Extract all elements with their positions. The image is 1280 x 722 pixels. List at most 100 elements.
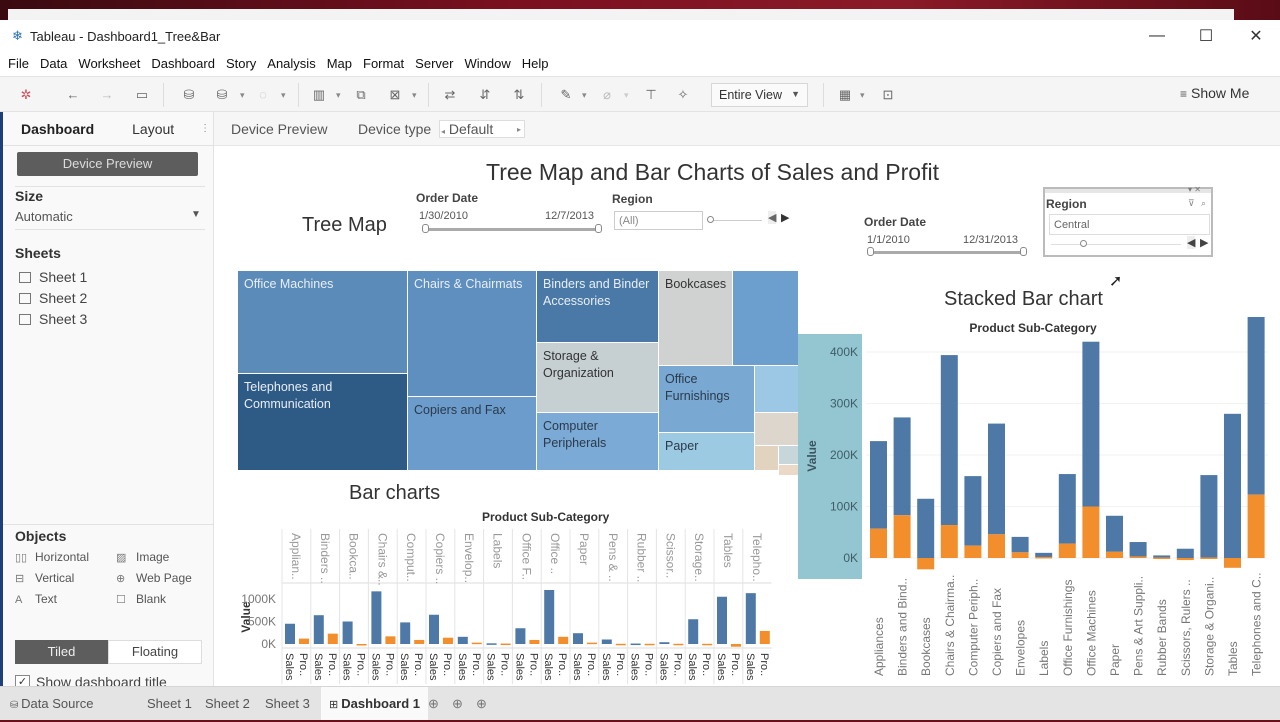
sort-descending-icon[interactable]: ⇅ — [510, 86, 528, 104]
menu-file[interactable]: File — [8, 56, 29, 71]
object-text[interactable]: A Text — [15, 592, 57, 606]
menu-story[interactable]: Story — [226, 56, 256, 71]
sort-ascending-icon[interactable]: ⇵ — [476, 86, 494, 104]
tableau-logo-icon[interactable]: ✲ — [17, 86, 35, 104]
tab-layout[interactable]: Layout — [132, 121, 174, 137]
slider-handle-start[interactable] — [867, 247, 874, 256]
treemap-cell[interactable]: Telephones and Communication — [238, 374, 408, 471]
treemap-cell[interactable]: Paper — [659, 433, 755, 471]
chevron-down-icon[interactable]: ▾ — [412, 86, 417, 104]
menu-analysis[interactable]: Analysis — [267, 56, 315, 71]
region-slider-2[interactable] — [1051, 244, 1181, 245]
sheet-tab[interactable]: Sheet 1 — [143, 687, 196, 720]
sheet-list-item[interactable]: Sheet 3 — [19, 311, 87, 327]
chevron-down-icon[interactable]: ▾ — [281, 86, 286, 104]
sheet-list-item[interactable]: Sheet 1 — [19, 269, 87, 285]
object-blank[interactable]: ☐ Blank — [116, 592, 166, 606]
filter-clear-icon[interactable]: ⊽ — [1188, 198, 1195, 209]
floating-toggle[interactable]: Floating — [108, 640, 202, 664]
object-web-page[interactable]: ⊕ Web Page — [116, 571, 192, 585]
object-vertical[interactable]: ⊟ Vertical — [15, 571, 74, 585]
labels-icon[interactable]: ⊤ — [642, 86, 660, 104]
treemap-cell[interactable]: Office Machines — [238, 271, 408, 374]
fit-dropdown[interactable]: Entire View ▼ — [711, 83, 808, 107]
treemap-cell[interactable]: Bookcases — [659, 271, 733, 366]
treemap-cell[interactable] — [755, 366, 799, 413]
treemap-cell[interactable] — [779, 446, 799, 465]
group-icon[interactable]: ⌀ — [598, 86, 616, 104]
menu-dashboard[interactable]: Dashboard — [151, 56, 215, 71]
previous-icon[interactable]: ◀ — [768, 211, 777, 224]
menu-server[interactable]: Server — [415, 56, 453, 71]
data-source-tab[interactable]: ⛁ Data Source — [6, 687, 97, 720]
undo-icon[interactable]: ← — [64, 86, 82, 104]
chevron-down-icon[interactable]: ▾ — [240, 86, 245, 104]
chevron-left-icon[interactable]: ◂ — [441, 127, 445, 136]
slider-handle-start[interactable] — [422, 224, 429, 233]
maximize-button[interactable]: ☐ — [1181, 20, 1231, 52]
order-date-slider[interactable] — [425, 228, 600, 231]
treemap-cell[interactable]: Office Furnishings — [659, 366, 755, 433]
chevron-down-icon[interactable]: ▾ — [582, 86, 587, 104]
slider-handle-end[interactable] — [595, 224, 602, 233]
treemap-cell[interactable] — [755, 446, 779, 471]
chevron-down-icon[interactable]: ▾ — [624, 86, 629, 104]
region-filter-card[interactable]: ▾ ✕ Region ⊽ ⌕ Central ◀ ▶ — [1043, 185, 1213, 257]
swap-icon[interactable]: ⇄ — [441, 86, 459, 104]
show-me-button[interactable]: ≡ Show Me — [1180, 85, 1249, 101]
drag-handle[interactable] — [1045, 189, 1211, 193]
object-horizontal[interactable]: ▯▯ Horizontal — [15, 550, 89, 564]
treemap-cell[interactable] — [755, 413, 799, 446]
search-icon[interactable]: ⌕ — [1201, 198, 1206, 209]
presentation-icon[interactable]: ⊡ — [879, 86, 897, 104]
new-worksheet-icon[interactable]: ⊕ — [424, 687, 443, 720]
new-datasource-icon[interactable]: ⛁ — [180, 86, 198, 104]
card-menu-icon[interactable]: ▾ ✕ — [1188, 185, 1201, 194]
treemap-cell[interactable]: Chairs & Chairmats — [408, 271, 537, 397]
tiled-toggle[interactable]: Tiled — [15, 640, 108, 664]
treemap-cell[interactable] — [779, 465, 799, 476]
menu-window[interactable]: Window — [464, 56, 510, 71]
region-filter-input-2[interactable]: Central — [1049, 214, 1210, 235]
menu-help[interactable]: Help — [522, 56, 549, 71]
save-icon[interactable]: ▭ — [133, 86, 151, 104]
menu-map[interactable]: Map — [327, 56, 352, 71]
chevron-down-icon[interactable]: ▾ — [860, 86, 865, 104]
menu-worksheet[interactable]: Worksheet — [78, 56, 140, 71]
menu-format[interactable]: Format — [363, 56, 404, 71]
duplicate-icon[interactable]: ⧉ — [352, 86, 370, 104]
region-slider-handle-2[interactable] — [1080, 240, 1087, 247]
device-type-selector[interactable]: ◂ Default ▸ — [439, 120, 525, 138]
clear-sheet-icon[interactable]: ⊠ — [386, 86, 404, 104]
pin-icon[interactable]: ✧ — [674, 86, 692, 104]
next-icon[interactable]: ▶ — [781, 211, 789, 224]
sheet-tab[interactable]: Sheet 3 — [261, 687, 314, 720]
sheet-list-item[interactable]: Sheet 2 — [19, 290, 87, 306]
redo-icon[interactable]: → — [98, 86, 116, 104]
chevron-down-icon[interactable]: ▾ — [336, 86, 341, 104]
refresh-icon[interactable]: ◌ — [254, 86, 272, 104]
region-filter-input[interactable]: (All) — [614, 211, 703, 230]
dashboard-tab[interactable]: ⊞ Dashboard 1 — [321, 687, 429, 720]
pause-updates-icon[interactable]: ⛁ — [213, 86, 231, 104]
treemap-cell[interactable]: Computer Peripherals — [537, 413, 659, 471]
region-slider-handle[interactable] — [707, 216, 714, 223]
tab-dashboard[interactable]: Dashboard — [21, 121, 94, 137]
size-dropdown[interactable]: Automatic — [15, 209, 73, 224]
device-preview-button[interactable]: Device Preview — [17, 152, 198, 176]
pane-menu-icon[interactable]: ⋮ — [200, 123, 210, 134]
minimize-button[interactable]: — — [1132, 20, 1182, 52]
order-date-slider-2[interactable] — [871, 251, 1025, 254]
sheet-tab[interactable]: Sheet 2 — [201, 687, 254, 720]
next-icon[interactable]: ▶ — [1200, 236, 1208, 249]
new-dashboard-icon[interactable]: ⊕ — [448, 687, 467, 720]
chevron-right-icon[interactable]: ▸ — [517, 125, 521, 134]
new-worksheet-icon[interactable]: ▥ — [310, 86, 328, 104]
treemap-cell[interactable]: Binders and Binder Accessories — [537, 271, 659, 343]
device-preview-tab[interactable]: Device Preview — [231, 121, 327, 137]
previous-icon[interactable]: ◀ — [1187, 236, 1196, 249]
region-slider[interactable] — [712, 220, 762, 221]
object-image[interactable]: ▨ Image — [116, 550, 169, 564]
treemap-cell[interactable]: Copiers and Fax — [408, 397, 537, 471]
treemap-cell[interactable]: Storage & Organization — [537, 343, 659, 413]
